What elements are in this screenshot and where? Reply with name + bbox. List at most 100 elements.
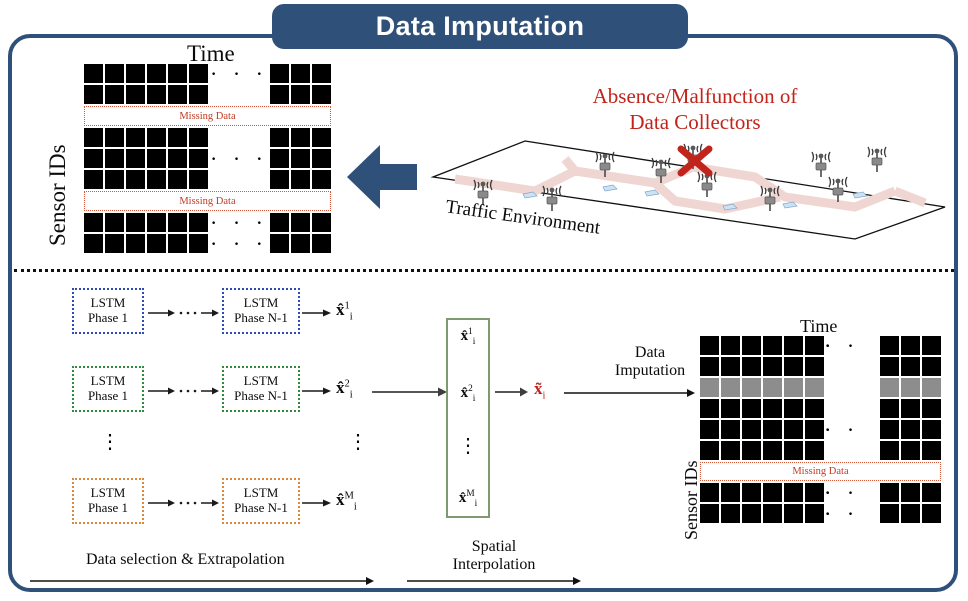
combined-output-symbol: x̃i bbox=[534, 379, 546, 402]
data-cell bbox=[763, 357, 782, 376]
data-cell bbox=[763, 441, 782, 460]
grid-row-ellipsis: · · · bbox=[824, 500, 860, 526]
data-cell bbox=[126, 213, 145, 232]
data-cell bbox=[922, 336, 941, 355]
data-cell bbox=[126, 234, 145, 253]
data-cell bbox=[742, 504, 761, 523]
data-cell bbox=[84, 64, 103, 83]
missing-data-band: Missing Data bbox=[84, 191, 331, 211]
data-cell bbox=[784, 336, 803, 355]
data-cell bbox=[312, 128, 331, 147]
lstm-last-phase-line-1: LSTM bbox=[243, 373, 279, 389]
diagram-canvas: Data Imputation Time Sensor IDs · · · Mis… bbox=[0, 0, 968, 601]
data-cell bbox=[105, 64, 124, 83]
grid-row-ellipsis: · · · bbox=[824, 332, 860, 358]
data-grid-row bbox=[84, 170, 331, 189]
lstm-output-sub: i bbox=[349, 311, 353, 323]
data-cell bbox=[84, 213, 103, 232]
data-cell bbox=[147, 64, 166, 83]
data-cell bbox=[84, 234, 103, 253]
data-grid-row bbox=[84, 128, 331, 147]
missing-data-band: Missing Data bbox=[700, 462, 941, 481]
imputed-cell bbox=[721, 378, 740, 397]
data-cell bbox=[147, 170, 166, 189]
data-cell bbox=[805, 483, 824, 502]
lstm-last-phase-line-1: LSTM bbox=[243, 295, 279, 311]
data-cell bbox=[922, 504, 941, 523]
data-cell bbox=[721, 357, 740, 376]
data-cell bbox=[805, 399, 824, 418]
data-imputation-label: Data Imputation bbox=[600, 344, 700, 381]
vector-to-output-arrow bbox=[495, 385, 529, 404]
data-cell bbox=[270, 128, 289, 147]
data-grid-row bbox=[84, 85, 331, 104]
lstm-first-phase-box[interactable]: LSTM Phase 1 bbox=[72, 366, 144, 412]
lstm-row-output-symbol: x̂1i bbox=[336, 300, 353, 323]
grid-row-ellipsis: · · · bbox=[210, 60, 268, 86]
traffic-plane-svg bbox=[430, 140, 946, 240]
lstm-first-phase-box[interactable]: LSTM Phase 1 bbox=[72, 478, 144, 524]
data-cell bbox=[784, 504, 803, 523]
page-title: Data Imputation bbox=[375, 11, 585, 41]
data-cell bbox=[189, 234, 208, 253]
data-cell bbox=[721, 504, 740, 523]
data-cell bbox=[105, 128, 124, 147]
lstm-column-ellipsis: ⋮ bbox=[100, 431, 120, 453]
data-cell bbox=[742, 399, 761, 418]
grid-row-ellipsis bbox=[824, 399, 880, 418]
data-cell bbox=[901, 504, 920, 523]
data-cell bbox=[126, 149, 145, 168]
data-cell bbox=[84, 85, 103, 104]
grid-row-ellipsis bbox=[208, 128, 270, 147]
lstm-output-sup: 1 bbox=[344, 300, 350, 312]
lstm-last-phase-box[interactable]: LSTM Phase N-1 bbox=[222, 366, 300, 412]
data-cell bbox=[784, 441, 803, 460]
data-imputation-arrow bbox=[564, 386, 696, 404]
malfunction-warning: Absence/Malfunction of Data Collectors bbox=[530, 84, 860, 135]
data-cell bbox=[270, 234, 289, 253]
spatial-interpolation-arrow bbox=[407, 574, 582, 592]
data-cell bbox=[784, 483, 803, 502]
data-cell bbox=[700, 336, 719, 355]
vector-entry-3-sup: M bbox=[466, 488, 475, 499]
spatial-interpolation-label: Spatial Interpolation bbox=[434, 538, 554, 575]
imputed-data-grid: · · · · · · Missing Data · · · · · · bbox=[700, 332, 941, 526]
data-cell bbox=[105, 149, 124, 168]
data-selection-arrow bbox=[30, 574, 375, 592]
lstm-output-arrow bbox=[302, 384, 332, 402]
data-cell bbox=[270, 64, 289, 83]
data-cell bbox=[168, 170, 187, 189]
lstm-first-phase-line-1: LSTM bbox=[90, 373, 126, 389]
imputed-cell bbox=[805, 378, 824, 397]
data-cell bbox=[189, 170, 208, 189]
vector-entry-1-sup: 1 bbox=[468, 327, 473, 337]
data-cell bbox=[880, 336, 899, 355]
data-cell bbox=[721, 441, 740, 460]
lstm-first-phase-line-2: Phase 1 bbox=[87, 310, 129, 325]
data-cell bbox=[700, 420, 719, 439]
grid-row-ellipsis bbox=[208, 85, 270, 104]
data-cell bbox=[105, 213, 124, 232]
data-cell bbox=[880, 504, 899, 523]
vector-entry-3-sub: i bbox=[474, 498, 478, 509]
lstm-first-phase-box[interactable]: LSTM Phase 1 bbox=[72, 288, 144, 334]
data-cell bbox=[312, 170, 331, 189]
data-cell bbox=[742, 420, 761, 439]
data-cell bbox=[312, 85, 331, 104]
data-cell bbox=[312, 149, 331, 168]
data-cell bbox=[721, 336, 740, 355]
data-cell bbox=[721, 483, 740, 502]
vector-dots: ⋮ bbox=[458, 435, 478, 458]
lstm-last-phase-line-2: Phase N-1 bbox=[234, 500, 288, 515]
data-cell bbox=[901, 399, 920, 418]
data-cell bbox=[922, 441, 941, 460]
data-cell bbox=[901, 441, 920, 460]
data-cell bbox=[168, 128, 187, 147]
data-cell bbox=[880, 441, 899, 460]
lstm-last-phase-box[interactable]: LSTM Phase N-1 bbox=[222, 288, 300, 334]
data-cell bbox=[805, 357, 824, 376]
imputed-cell bbox=[922, 378, 941, 397]
data-cell bbox=[168, 85, 187, 104]
lstm-last-phase-box[interactable]: LSTM Phase N-1 bbox=[222, 478, 300, 524]
data-cell bbox=[147, 234, 166, 253]
